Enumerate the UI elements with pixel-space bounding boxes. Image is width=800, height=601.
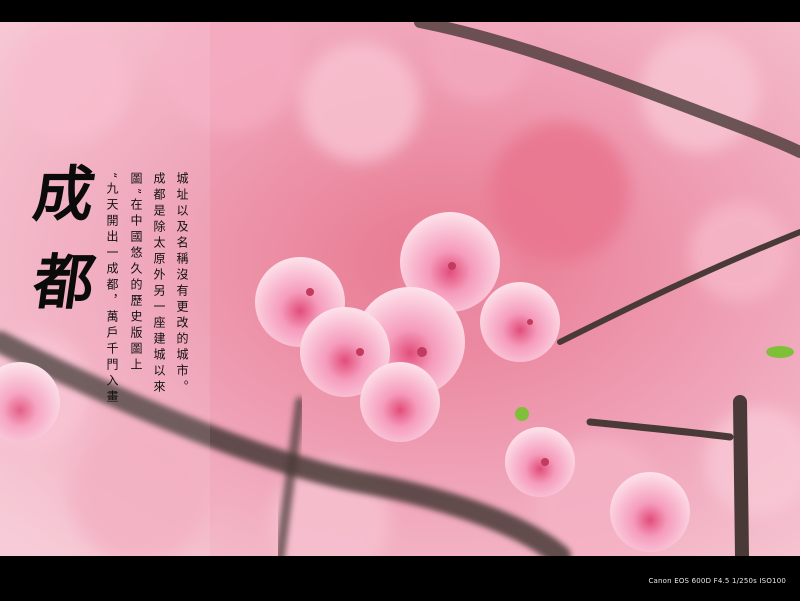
poem-line-3: 成都是除太原外另一座建城以來 bbox=[152, 172, 166, 396]
title-char-1: 成 bbox=[29, 160, 99, 230]
poem-line-1: “九天開出一成都，萬戶千門入畫 bbox=[105, 172, 119, 407]
camera-exif-caption: Canon EOS 600D F4.5 1/250s ISO100 bbox=[648, 577, 786, 585]
top-letterbox bbox=[0, 0, 800, 22]
poem-line-2: 圖”在中國悠久的歷史版圖上 bbox=[129, 172, 143, 375]
title-char-2: 都 bbox=[29, 248, 99, 318]
poem-line-4: 城址以及名稱沒有更改的城市。 bbox=[175, 172, 189, 396]
